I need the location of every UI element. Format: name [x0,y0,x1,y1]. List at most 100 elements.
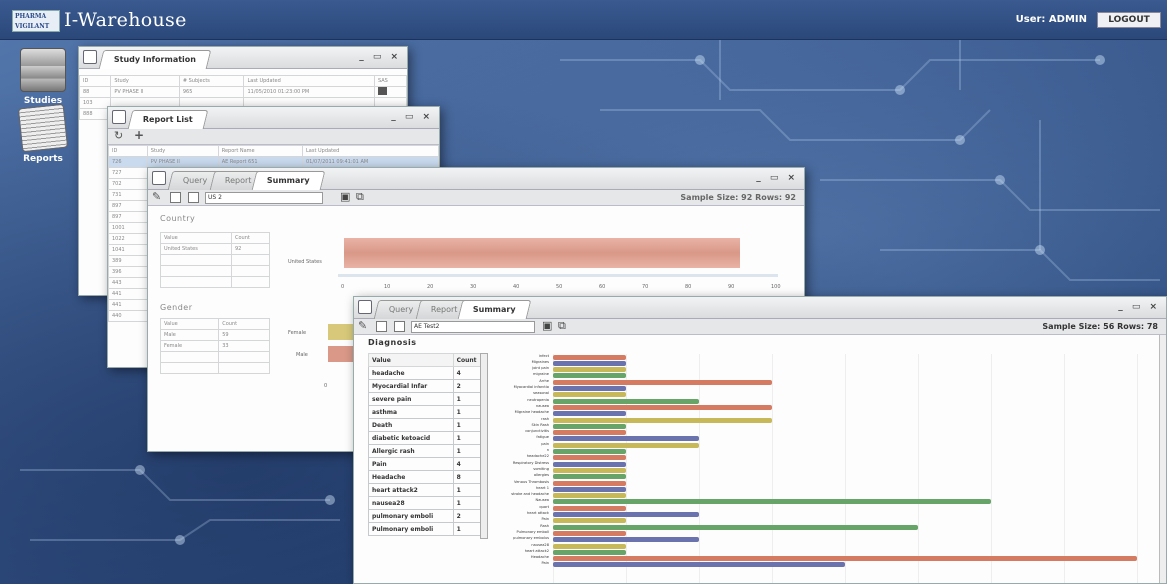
window-controls[interactable]: _ ▭ × [756,173,798,183]
table-row[interactable]: 726 PV PHASE II AE Report 651 01/07/2011 09… [108,156,439,168]
window-header[interactable]: Study Information _ ▭ × [79,47,407,69]
user-label: User: ADMIN [1015,14,1087,25]
chart-bar [553,524,918,530]
chart-bar [553,537,699,543]
chart-bar [553,493,626,499]
chart-bar [553,417,772,423]
report-name-input[interactable]: US 2 [205,192,323,204]
reports-icon [17,103,69,153]
chart-category-label: Migraines [531,359,549,364]
copy-icon[interactable]: ⧉ [558,319,566,333]
table-row[interactable]: severe pain 1 [368,392,488,406]
table-row[interactable]: Headache 8 [368,470,488,484]
gender-table: Value Count Male 59 Female 33 [159,318,270,374]
table-row[interactable]: pulmonary emboli 2 [368,509,488,523]
chart-category-label: quart [539,504,549,509]
chart-gridline [699,354,700,583]
tab-study-information[interactable]: Study Information [98,50,212,69]
diagnosis-table-scrollbar[interactable] [480,353,488,539]
chart-category-label: Respiratory Distress [512,460,549,465]
window-scrollbar[interactable] [1159,335,1166,583]
tab-summary[interactable]: Summary [457,300,532,319]
table-row[interactable]: headache 4 [368,366,488,380]
table-row[interactable]: United States 92 [160,243,270,255]
chart-category-label: rash [541,416,549,421]
window-controls[interactable]: _ ▭ × [391,112,433,122]
chart-category-label: pulmonary embolus [513,536,549,541]
table-row[interactable]: nausea28 1 [368,496,488,510]
table-row[interactable]: Pulmonary emboli 1 [368,522,488,536]
chart-category-label: heart attack [527,511,549,515]
report-name-input[interactable]: AE Test2 [411,321,535,333]
axis-tick-label: 90 [728,284,735,290]
window-icon [358,300,372,314]
window-controls[interactable]: _ ▭ × [359,52,401,62]
chart-bar [553,549,626,555]
chart-bar [553,543,626,549]
chart-category-label: neutropenia [527,397,549,402]
pin-icon[interactable]: ✎ [152,190,161,203]
nav-item-reports[interactable]: Reports [14,103,72,164]
nav-label-reports: Reports [23,154,63,164]
window-header[interactable]: Query Report Summary _ ▭ × [354,297,1166,319]
table-row[interactable]: Male 59 [159,329,270,341]
table-row[interactable]: Myocardial Infar 2 [368,379,488,393]
table-row[interactable]: diabetic ketoacid 1 [368,431,488,445]
filter-icon[interactable] [170,192,181,203]
chart-gridline [1137,354,1138,583]
chart-gridline [918,354,919,583]
nav-item-studies[interactable]: Studies [14,48,72,106]
chart-category-label: Rash [540,523,549,528]
chart-category-label: allergies [533,473,549,478]
company-logo: PHARMA VIGILANT [12,10,60,32]
chart-category-label: nausea28 [531,542,549,547]
table-row[interactable]: Allergic rash 1 [368,444,488,458]
table-row[interactable]: Death 1 [368,418,488,432]
top-bar: PHARMA VIGILANT I-Warehouse User: ADMIN … [0,0,1167,40]
table-row[interactable]: Female 33 [159,340,270,352]
sas-icon[interactable] [377,87,387,95]
window-header[interactable]: Query Report Summary _ ▭ × [148,168,804,190]
window-controls[interactable]: _ ▭ × [1118,302,1160,312]
country-axis-line [338,274,778,277]
calendar-icon[interactable] [188,192,199,203]
save-icon[interactable]: ▣ [542,319,552,332]
country-table: Value Count United States 92 [160,232,270,288]
tab-summary[interactable]: Summary [251,171,326,190]
table-row[interactable]: Pain 4 [368,457,488,471]
chart-category-label: pain [541,441,549,446]
refresh-icon[interactable]: ↻ [114,129,123,142]
chart-bar [553,474,626,480]
summary-window-2[interactable]: Query Report Summary _ ▭ × ✎ AE Test2 ▣ … [353,296,1167,584]
table-row[interactable]: asthma 1 [368,405,488,419]
pin-icon[interactable]: ✎ [358,319,367,332]
chart-category-label: Venous Thrombosis [514,479,549,484]
chart-category-label: Skin Rash [531,422,549,427]
chart-bar [553,518,626,524]
chart-bar [553,354,626,360]
app-title: I-Warehouse [64,9,187,31]
chart-bar [553,392,626,398]
axis-tick-label: 10 [384,284,391,290]
chart-category-label: Headache [530,555,549,560]
chart-bar [553,556,1137,562]
chart-category-label: heart attack2 [524,548,549,553]
chart-category-label: seasonal [533,391,549,396]
logout-button[interactable]: LOGOUT [1097,12,1161,28]
chart-bar [553,486,626,492]
copy-icon[interactable]: ⧉ [356,190,364,204]
table-row[interactable]: 88 PV PHASE II 965 11/05/2010 01:23:00 PM [78,86,408,98]
chart-category-label: fatigue [536,435,549,440]
chart-bar [553,461,626,467]
save-icon[interactable]: ▣ [340,190,350,203]
tab-report-list[interactable]: Report List [127,110,209,129]
chart-bar [553,449,626,454]
filter-icon[interactable] [376,321,387,332]
chart-category-label: conjunctivitis [525,429,549,434]
axis-tick-label: 80 [685,284,692,290]
calendar-icon[interactable] [394,321,405,332]
table-row[interactable]: heart attack2 1 [368,483,488,497]
window-header[interactable]: Report List _ ▭ × [108,107,439,129]
chart-bar [553,367,626,373]
add-icon[interactable]: + [134,128,144,142]
